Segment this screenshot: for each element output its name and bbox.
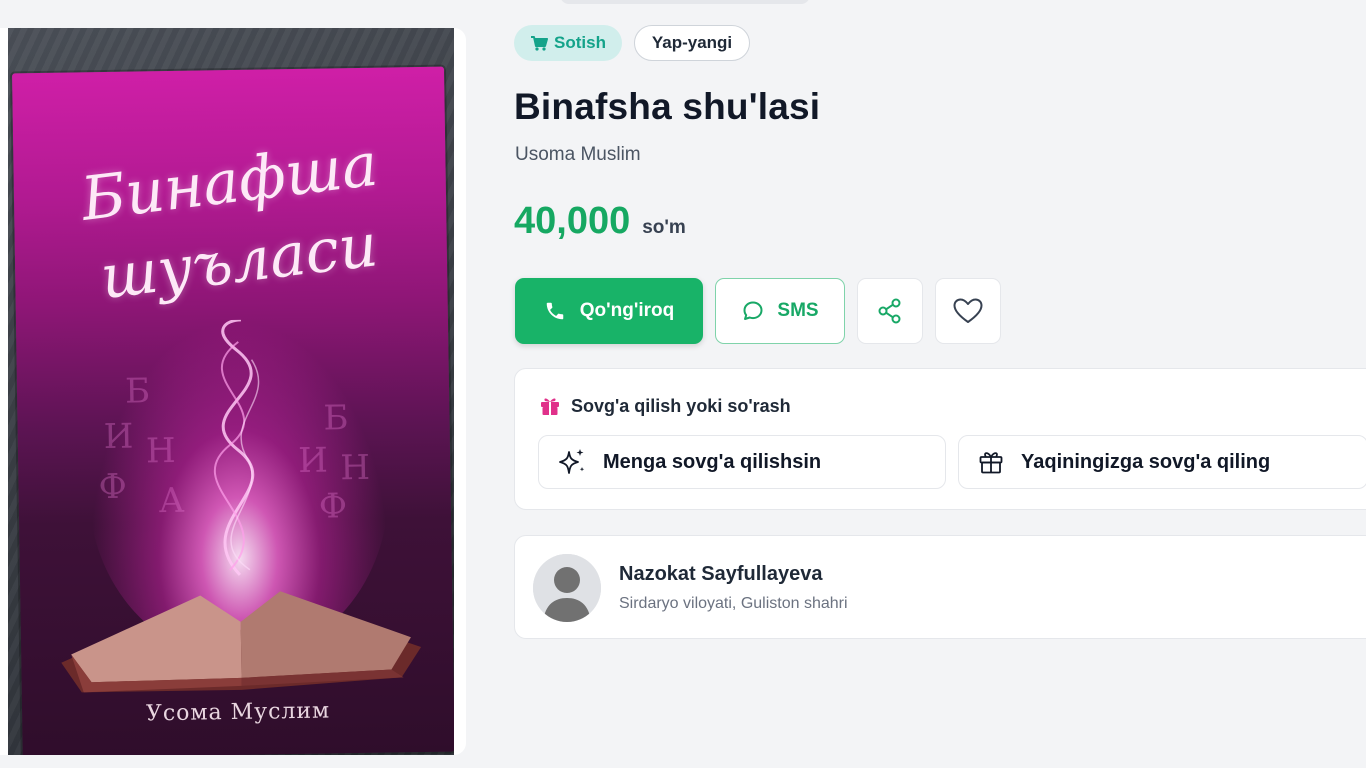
seller-name[interactable]: Nazokat Sayfullayeva xyxy=(619,563,822,586)
price: 40,000 so'm xyxy=(514,200,686,243)
product-image-card[interactable]: Б И Н Ф А Б И Н Ф Бинафша шуъласи Усома … xyxy=(0,28,466,755)
phone-icon xyxy=(546,302,563,320)
request-gift-label: Menga sovg'a qilishsin xyxy=(603,450,822,473)
gift-section: Sovg'a qilish yoki so'rash Menga sovg'a … xyxy=(514,368,1366,510)
gift-outline-icon xyxy=(979,452,1003,474)
give-gift-option[interactable]: Yaqiningizga sovg'a qiling xyxy=(958,435,1366,489)
listing-type-badge: Sotish xyxy=(514,25,622,61)
call-button-label: Qo'ng'iroq xyxy=(579,300,675,321)
share-button[interactable] xyxy=(857,278,923,344)
listing-type-label: Sotish xyxy=(554,33,606,52)
request-gift-option[interactable]: Menga sovg'a qilishsin xyxy=(538,435,946,489)
gift-icon xyxy=(541,398,559,415)
price-value: 40,000 xyxy=(514,200,631,242)
open-book-illustration xyxy=(61,591,422,693)
cart-icon xyxy=(531,36,549,51)
sms-button[interactable]: SMS xyxy=(715,278,845,344)
seller-avatar[interactable] xyxy=(533,554,601,622)
price-currency: so'm xyxy=(642,217,686,238)
condition-label: Yap-yangi xyxy=(651,33,733,52)
gift-section-title: Sovg'a qilish yoki so'rash xyxy=(571,395,791,416)
heart-icon xyxy=(953,298,983,323)
gift-section-header: Sovg'a qilish yoki so'rash xyxy=(539,395,791,417)
chat-icon xyxy=(743,301,763,320)
book-cover: Б И Н Ф А Б И Н Ф Бинафша шуъласи Усома … xyxy=(12,66,454,755)
top-scroll-remnant xyxy=(560,0,810,4)
sparkles-icon xyxy=(559,449,585,474)
book-title: Binafsha shu'lasi xyxy=(514,86,821,127)
seller-card[interactable]: Nazokat Sayfullayeva Sirdaryo viloyati, … xyxy=(514,535,1366,639)
favorite-button[interactable] xyxy=(935,278,1001,344)
product-photo[interactable]: Б И Н Ф А Б И Н Ф Бинафша шуъласи Усома … xyxy=(8,28,454,755)
avatar-placeholder-icon xyxy=(533,554,601,622)
sms-button-label: SMS xyxy=(777,300,819,321)
call-button[interactable]: Qo'ng'iroq xyxy=(515,278,703,344)
give-gift-label: Yaqiningizga sovg'a qiling xyxy=(1021,450,1271,473)
condition-badge: Yap-yangi xyxy=(634,25,750,61)
share-icon xyxy=(878,298,901,324)
seller-location: Sirdaryo viloyati, Guliston shahri xyxy=(619,595,848,612)
book-author: Usoma Muslim xyxy=(515,144,641,165)
